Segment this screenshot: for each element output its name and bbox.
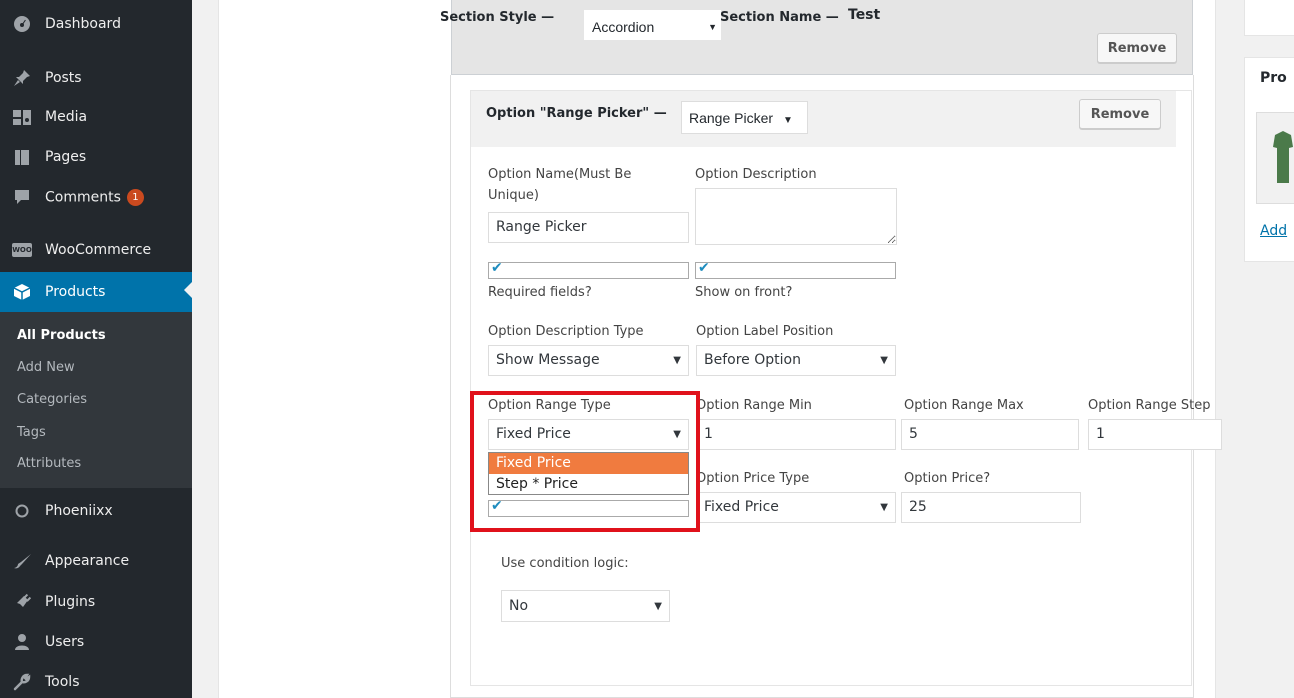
label-position-value: Before Option bbox=[704, 352, 801, 368]
pages-icon bbox=[12, 147, 32, 167]
chevron-down-icon: ▼ bbox=[880, 502, 888, 513]
submenu-add-new[interactable]: Add New bbox=[17, 360, 75, 375]
range-max-label: Option Range Max bbox=[904, 398, 1024, 413]
description-type-value: Show Message bbox=[496, 352, 600, 368]
menu-item-media[interactable]: Media bbox=[0, 99, 192, 135]
chevron-down-icon: ▼ bbox=[880, 355, 888, 366]
chevron-down-icon: ▼ bbox=[673, 355, 681, 366]
section-name-label: Section Name — bbox=[720, 10, 839, 25]
price-label: Option Price? bbox=[904, 471, 991, 486]
submenu-categories[interactable]: Categories bbox=[17, 392, 87, 407]
option-name-label: Option Name(Must Be Unique) bbox=[488, 167, 632, 203]
checkmark-icon: ✔ bbox=[491, 260, 503, 276]
menu-item-dashboard[interactable]: Dashboard bbox=[0, 6, 192, 42]
option-title: Option "Range Picker" — bbox=[486, 106, 667, 121]
brush-icon bbox=[12, 551, 32, 571]
show-front-checkbox[interactable]: ✔ bbox=[695, 260, 896, 279]
menu-label: Media bbox=[45, 109, 88, 125]
menu-label: Users bbox=[45, 634, 85, 650]
range-min-label: Option Range Min bbox=[696, 398, 812, 413]
submenu-tags[interactable]: Tags bbox=[17, 425, 46, 440]
main-content: Section Style — Accordion ▼ Section Name… bbox=[192, 0, 1294, 698]
menu-label: Posts bbox=[45, 70, 82, 86]
checkmark-icon: ✔ bbox=[698, 260, 710, 276]
menu-label: Phoeniixx bbox=[45, 503, 113, 519]
menu-label: Appearance bbox=[45, 553, 130, 569]
required-label: Required fields? bbox=[488, 285, 592, 300]
label-position-select[interactable]: Before Option ▼ bbox=[696, 345, 896, 376]
menu-item-plugins[interactable]: Plugins bbox=[0, 584, 192, 620]
price-type-select[interactable]: Fixed Price ▼ bbox=[696, 492, 896, 523]
label-position-label: Option Label Position bbox=[696, 324, 834, 339]
products-icon bbox=[12, 282, 32, 302]
price-type-label: Option Price Type bbox=[696, 471, 810, 486]
menu-item-users[interactable]: Users bbox=[0, 624, 192, 660]
products-submenu: All Products Add New Categories Tags Att… bbox=[0, 312, 192, 488]
chevron-down-icon: ▼ bbox=[654, 601, 662, 612]
show-front-label: Show on front? bbox=[695, 285, 793, 300]
option-name-input[interactable]: Range Picker bbox=[488, 212, 689, 243]
menu-label: Plugins bbox=[45, 594, 96, 610]
admin-sidebar: Dashboard Posts Media Pages Comments 1 WO… bbox=[0, 0, 192, 698]
chevron-down-icon: ▼ bbox=[708, 22, 717, 32]
condition-logic-label: Use condition logic: bbox=[501, 556, 629, 571]
menu-label: Products bbox=[45, 284, 106, 300]
menu-item-products[interactable]: Products bbox=[0, 272, 192, 312]
menu-item-pages[interactable]: Pages bbox=[0, 139, 192, 175]
remove-option-button[interactable]: Remove bbox=[1079, 99, 1161, 129]
menu-item-tools[interactable]: Tools bbox=[0, 664, 192, 698]
range-step-label: Option Range Step bbox=[1088, 398, 1211, 413]
submenu-all-products[interactable]: All Products bbox=[17, 328, 106, 343]
menu-item-appearance[interactable]: Appearance bbox=[0, 543, 192, 579]
condition-logic-value: No bbox=[509, 598, 529, 614]
comments-icon bbox=[12, 187, 32, 207]
section-style-label: Section Style — bbox=[440, 10, 555, 25]
woo-icon: WOO bbox=[12, 240, 32, 260]
remove-section-button[interactable]: Remove bbox=[1097, 33, 1177, 63]
menu-item-phoeniixx[interactable]: Phoeniixx bbox=[0, 493, 192, 529]
comment-count-badge: 1 bbox=[126, 188, 144, 206]
range-min-input[interactable]: 1 bbox=[696, 419, 896, 450]
wrench-icon bbox=[12, 672, 32, 692]
option-type-select[interactable]: Range Picker ▼ bbox=[681, 101, 808, 134]
menu-label: Dashboard bbox=[45, 16, 121, 32]
menu-item-posts[interactable]: Posts bbox=[0, 60, 192, 96]
highlight-annotation bbox=[470, 391, 700, 532]
product-box-title: Pro bbox=[1260, 70, 1287, 86]
plug-icon bbox=[12, 592, 32, 612]
right-sidebar-box bbox=[1244, 0, 1294, 36]
range-max-input[interactable]: 5 bbox=[901, 419, 1079, 450]
menu-label: Pages bbox=[45, 149, 87, 165]
product-thumbnail[interactable] bbox=[1256, 112, 1294, 204]
option-type-value: Range Picker bbox=[689, 110, 774, 126]
chevron-down-icon: ▼ bbox=[782, 115, 793, 126]
section-style-select[interactable]: Accordion ▼ bbox=[584, 10, 721, 40]
required-checkbox[interactable]: ✔ bbox=[488, 260, 689, 279]
menu-label: Comments bbox=[45, 189, 121, 205]
add-gallery-link[interactable]: Add bbox=[1260, 223, 1287, 239]
price-type-value: Fixed Price bbox=[704, 499, 779, 515]
menu-item-woocommerce[interactable]: WOO WooCommerce bbox=[0, 232, 192, 268]
user-icon bbox=[12, 632, 32, 652]
description-type-label: Option Description Type bbox=[488, 324, 644, 339]
menu-item-comments[interactable]: Comments 1 bbox=[0, 179, 192, 215]
description-type-select[interactable]: Show Message ▼ bbox=[488, 345, 689, 376]
media-icon bbox=[12, 107, 32, 127]
dashboard-icon bbox=[12, 14, 32, 34]
pin-icon bbox=[12, 68, 32, 88]
section-style-value: Accordion bbox=[592, 19, 655, 35]
condition-logic-select[interactable]: No ▼ bbox=[501, 590, 670, 622]
submenu-attributes[interactable]: Attributes bbox=[17, 456, 81, 471]
price-input[interactable]: 25 bbox=[901, 492, 1081, 523]
circle-icon bbox=[12, 501, 32, 521]
range-step-input[interactable]: 1 bbox=[1088, 419, 1222, 450]
menu-label: WooCommerce bbox=[45, 242, 152, 258]
menu-label: Tools bbox=[45, 674, 80, 690]
section-name-value: Test bbox=[848, 7, 881, 23]
option-description-textarea[interactable] bbox=[695, 188, 897, 245]
option-description-label: Option Description bbox=[695, 167, 817, 182]
